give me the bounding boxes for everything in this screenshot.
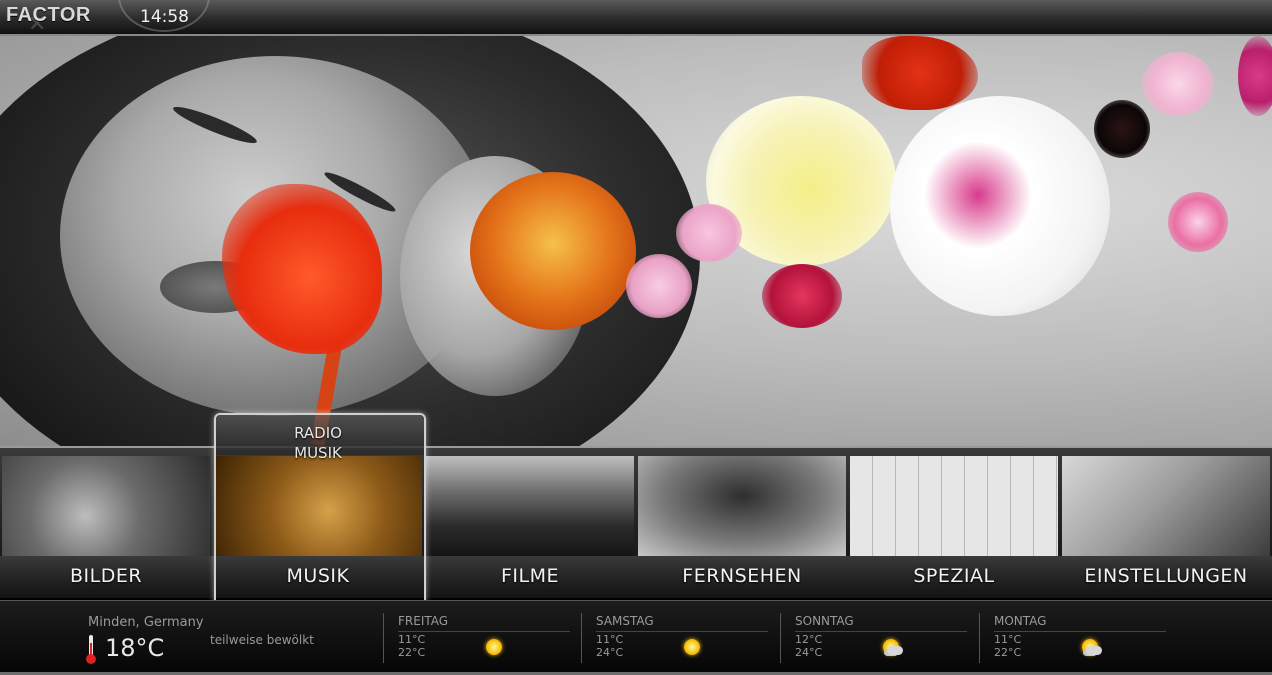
tv-thumbnail <box>638 456 846 556</box>
partly-cloudy-icon <box>1078 637 1102 657</box>
background-artwork <box>0 36 1272 446</box>
forecast-day: FREITAG 11°C 22°C <box>383 613 573 663</box>
forecast-min-temp: 11°C <box>596 633 624 646</box>
menu-item-label: FILME <box>500 565 559 587</box>
menu-item-spezial[interactable]: SPEZIAL <box>848 456 1060 598</box>
artwork-orange-rose <box>470 172 636 330</box>
forecast-max-temp: 22°C <box>398 646 426 659</box>
clock: 14:58 <box>140 7 189 27</box>
artwork-pink-flower <box>676 204 742 262</box>
sun-icon <box>482 637 506 657</box>
forecast-day: SAMSTAG 11°C 24°C <box>581 613 771 663</box>
menu-item-label: BILDER <box>69 565 143 587</box>
partly-cloudy-icon <box>879 637 903 657</box>
forecast-max-temp: 24°C <box>795 646 823 659</box>
artwork-dark-flower <box>1094 100 1150 158</box>
weather-location: Minden, Germany <box>88 615 204 630</box>
menu-item-bilder[interactable]: BILDER <box>0 456 212 598</box>
submenu-item-musik[interactable]: MUSIK <box>216 443 420 463</box>
submenu-item-radio[interactable]: RADIO <box>216 423 420 443</box>
app-logo: FACTOR <box>6 4 91 26</box>
menu-item-label: EINSTELLUNGEN <box>1084 565 1248 587</box>
htpc-thumbnail <box>1062 456 1270 556</box>
menu-item-label: SPEZIAL <box>913 565 995 587</box>
forecast-max-temp: 24°C <box>596 646 624 659</box>
sun-icon <box>680 637 704 657</box>
forecast-min-temp: 11°C <box>398 633 426 646</box>
artwork-pink-flower <box>1142 52 1214 116</box>
sudoku-thumbnail <box>850 456 1058 556</box>
artwork-crimson-flower <box>762 264 842 328</box>
forecast-min-temp: 11°C <box>994 633 1022 646</box>
forecast-day-name: SAMSTAG <box>596 614 654 628</box>
artwork-red-petal <box>862 36 978 110</box>
menu-item-einstellungen[interactable]: EINSTELLUNGEN <box>1060 456 1272 598</box>
artwork-pink-ball-flower <box>1168 192 1228 252</box>
menu-item-label: FERNSEHEN <box>682 565 802 587</box>
forecast-min-temp: 12°C <box>795 633 823 646</box>
menu-item-fernsehen[interactable]: FERNSEHEN <box>636 456 848 598</box>
menu-item-filme[interactable]: FILME <box>424 456 636 598</box>
forecast-day: SONNTAG 12°C 24°C <box>780 613 970 663</box>
camera-thumbnail <box>2 456 210 556</box>
cinema-thumbnail <box>426 456 634 556</box>
artwork-white-orchid <box>890 96 1110 316</box>
artwork-pink-flower <box>626 254 692 318</box>
current-temperature: 18°C <box>105 634 165 662</box>
weather-bar: Minden, Germany 18°C teilweise bewölkt F… <box>0 600 1272 675</box>
thermometer-icon <box>86 635 96 664</box>
forecast-day: MONTAG 11°C 22°C <box>979 613 1169 663</box>
weather-condition: teilweise bewölkt <box>210 633 314 647</box>
forecast-day-name: SONNTAG <box>795 614 854 628</box>
forecast-day-name: MONTAG <box>994 614 1047 628</box>
submenu: RADIO MUSIK <box>216 423 420 463</box>
main-menu: BILDER MUSIK FILME FERNSEHEN SPEZIAL EIN… <box>0 446 1272 598</box>
top-bar: ✕ FACTOR 14:58 <box>0 0 1272 37</box>
forecast-max-temp: 22°C <box>994 646 1022 659</box>
forecast-day-name: FREITAG <box>398 614 449 628</box>
artwork-magenta-petal <box>1238 36 1272 116</box>
